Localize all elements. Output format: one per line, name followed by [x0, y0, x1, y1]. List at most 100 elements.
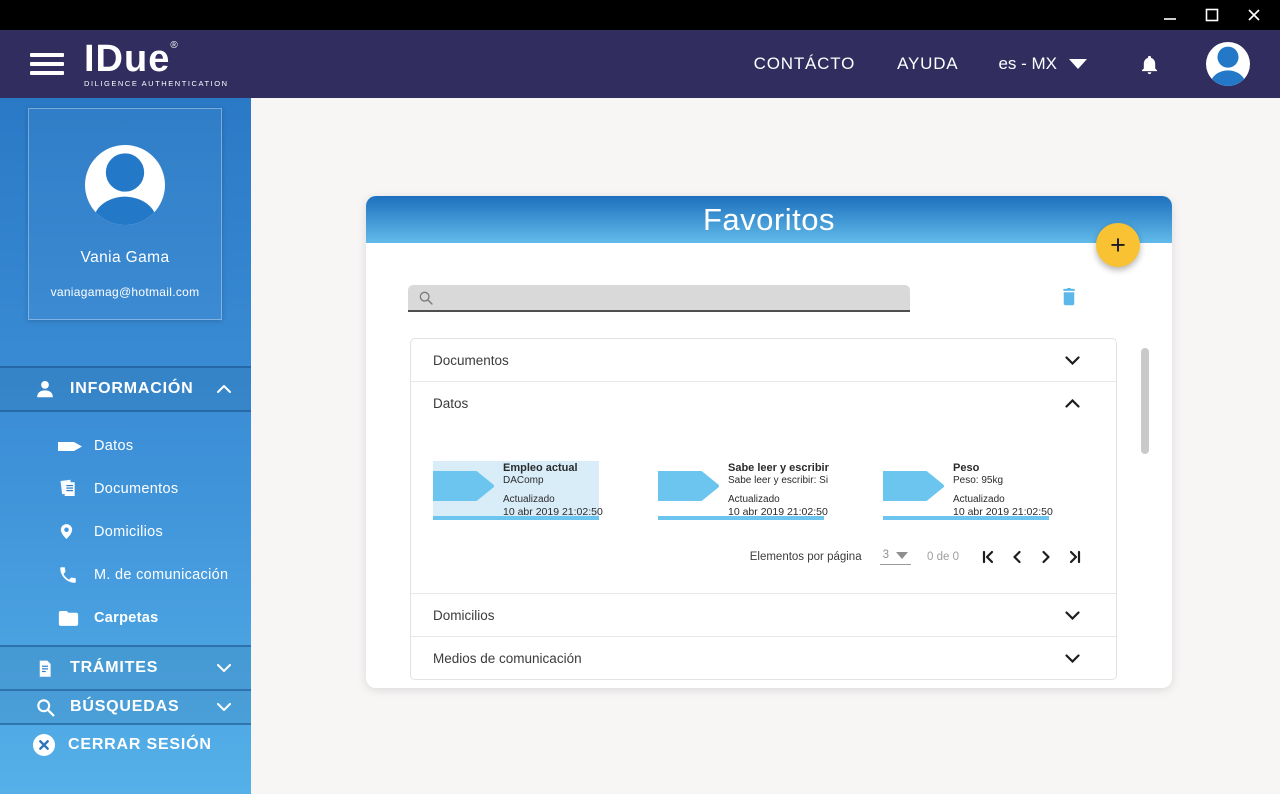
- pagination-range: 0 de 0: [927, 551, 959, 563]
- next-page-button[interactable]: [1039, 550, 1053, 564]
- search-input[interactable]: [442, 290, 910, 305]
- menu-button[interactable]: [30, 53, 64, 75]
- registered-mark: ®: [170, 40, 178, 52]
- per-page-select[interactable]: 3: [879, 549, 912, 565]
- bell-icon: [1141, 55, 1158, 74]
- favorite-updated-label: Actualizado: [953, 493, 1005, 505]
- brand-name: IDue: [84, 38, 171, 81]
- language-selector[interactable]: es - MX: [998, 54, 1087, 74]
- accordion-row-medios[interactable]: Medios de comunicación: [411, 636, 1116, 679]
- favorite-card-peso[interactable]: Peso Peso: 95kg Actualizado 10 abr 2019 …: [881, 461, 1053, 520]
- last-page-button[interactable]: [1068, 550, 1082, 564]
- favorite-card-text: Peso Peso: 95kg Actualizado 10 abr 2019 …: [953, 461, 1053, 519]
- avatar-icon: [1206, 42, 1250, 86]
- contact-link[interactable]: CONTÁCTO: [754, 54, 855, 74]
- profile-avatar-icon: [85, 145, 165, 225]
- chevron-down-icon: [1065, 610, 1080, 620]
- maximize-button[interactable]: [1204, 7, 1220, 23]
- previous-page-icon: [1013, 550, 1021, 564]
- notifications-button[interactable]: [1139, 53, 1160, 76]
- favorite-card-text: Sabe leer y escribir Sabe leer y escribi…: [728, 461, 829, 519]
- favorite-arrow-icon: [431, 471, 494, 506]
- first-page-icon: [982, 550, 994, 564]
- user-avatar-button[interactable]: [1206, 42, 1250, 86]
- sidebar-section-informacion[interactable]: INFORMACIÓN: [0, 366, 251, 412]
- app-header: IDue ® DILIGENCE AUTHENTICATION CONTÁCTO…: [0, 30, 1280, 98]
- accordion-label: Domicilios: [433, 607, 495, 623]
- accordion-row-documentos[interactable]: Documentos: [411, 339, 1116, 382]
- logout-button[interactable]: CERRAR SESIÓN: [0, 725, 251, 765]
- last-page-icon: [1069, 550, 1081, 564]
- favorite-subtitle: DAComp: [503, 475, 544, 487]
- chevron-down-icon: [1065, 355, 1080, 365]
- favorite-card-empleo[interactable]: Empleo actual DAComp Actualizado 10 abr …: [431, 461, 603, 520]
- sidebar-section-label: INFORMACIÓN: [70, 380, 194, 397]
- favorite-updated-label: Actualizado: [503, 493, 555, 505]
- documents-icon: [58, 478, 86, 499]
- previous-page-button[interactable]: [1010, 550, 1024, 564]
- items-per-page-label: Elementos por página: [749, 551, 862, 563]
- per-page-value: 3: [882, 549, 890, 561]
- brand-logo: IDue ® DILIGENCE AUTHENTICATION: [84, 40, 229, 88]
- sidebar-item-label: Documentos: [94, 480, 179, 497]
- sidebar-item-label: Domicilios: [94, 523, 164, 540]
- add-favorite-button[interactable]: +: [1096, 223, 1140, 267]
- accordion-row-domicilios[interactable]: Domicilios: [411, 593, 1116, 636]
- favorite-cards-row: Empleo actual DAComp Actualizado 10 abr …: [431, 461, 1094, 520]
- window-titlebar: [0, 0, 1280, 30]
- accordion-label: Datos: [433, 396, 469, 411]
- chevron-down-icon: [217, 664, 231, 672]
- app-header-right: CONTÁCTO AYUDA es - MX: [754, 42, 1250, 86]
- chevron-down-icon: [1069, 59, 1087, 69]
- datos-section-body: Empleo actual DAComp Actualizado 10 abr …: [411, 425, 1116, 593]
- chevron-down-icon: [896, 551, 909, 559]
- logout-label: CERRAR SESIÓN: [68, 736, 212, 753]
- close-button[interactable]: [1246, 7, 1262, 23]
- profile-email: vaniagamag@hotmail.com: [50, 285, 200, 299]
- favorite-title: Peso: [953, 462, 980, 474]
- accordion-row-datos[interactable]: Datos: [411, 382, 1116, 425]
- close-circle-icon: [33, 734, 55, 756]
- favorites-panel: Favoritos + Documentos Datos Empleo actu…: [366, 196, 1172, 688]
- sidebar-item-label: Carpetas: [94, 609, 159, 626]
- favorite-arrow-icon: [656, 471, 719, 506]
- delete-favorites-button[interactable]: [1060, 285, 1078, 310]
- sidebar-item-datos[interactable]: Datos: [0, 424, 251, 467]
- maximize-icon: [1205, 8, 1219, 22]
- help-link[interactable]: AYUDA: [897, 54, 958, 74]
- sidebar-item-domicilios[interactable]: Domicilios: [0, 510, 251, 553]
- sidebar: Vania Gama vaniagamag@hotmail.com INFORM…: [0, 98, 251, 794]
- favorite-title: Empleo actual: [503, 462, 578, 474]
- accordion-label: Documentos: [433, 352, 509, 368]
- sidebar-item-comunicacion[interactable]: M. de comunicación: [0, 553, 251, 596]
- location-pin-icon: [58, 521, 86, 542]
- profile-name: Vania Gama: [80, 249, 170, 266]
- sidebar-section-label: BÚSQUEDAS: [70, 698, 180, 715]
- next-page-icon: [1042, 550, 1050, 564]
- chevron-down-icon: [217, 703, 231, 711]
- brand-tagline: DILIGENCE AUTHENTICATION: [84, 79, 229, 89]
- search-icon: [32, 697, 58, 718]
- close-icon: [1248, 9, 1260, 21]
- folder-icon: [58, 609, 86, 627]
- sidebar-item-carpetas[interactable]: Carpetas: [0, 596, 251, 639]
- favorite-card-sabe-leer[interactable]: Sabe leer y escribir Sabe leer y escribi…: [656, 461, 829, 520]
- favorite-updated-time: 10 abr 2019 21:02:50: [953, 505, 1053, 518]
- sidebar-section-tramites[interactable]: TRÁMITES: [0, 645, 251, 691]
- scrollbar-thumb[interactable]: [1141, 348, 1149, 454]
- first-page-button[interactable]: [981, 550, 995, 564]
- search-icon: [419, 291, 433, 305]
- trash-icon: [1063, 287, 1075, 306]
- favorite-updated-label: Actualizado: [728, 493, 780, 505]
- accordion-label: Medios de comunicación: [433, 650, 582, 666]
- sidebar-item-documentos[interactable]: Documentos: [0, 467, 251, 510]
- favorite-card-text: Empleo actual DAComp Actualizado 10 abr …: [503, 461, 603, 519]
- minimize-button[interactable]: [1162, 7, 1178, 23]
- sidebar-item-label: M. de comunicación: [94, 566, 229, 583]
- profile-card: Vania Gama vaniagamag@hotmail.com: [28, 108, 222, 320]
- chevron-down-icon: [1065, 653, 1080, 663]
- favorites-search: [408, 285, 910, 312]
- sidebar-section-busquedas[interactable]: BÚSQUEDAS: [0, 691, 251, 725]
- favorites-banner: Favoritos: [366, 196, 1172, 243]
- tag-arrow-icon: [58, 440, 86, 452]
